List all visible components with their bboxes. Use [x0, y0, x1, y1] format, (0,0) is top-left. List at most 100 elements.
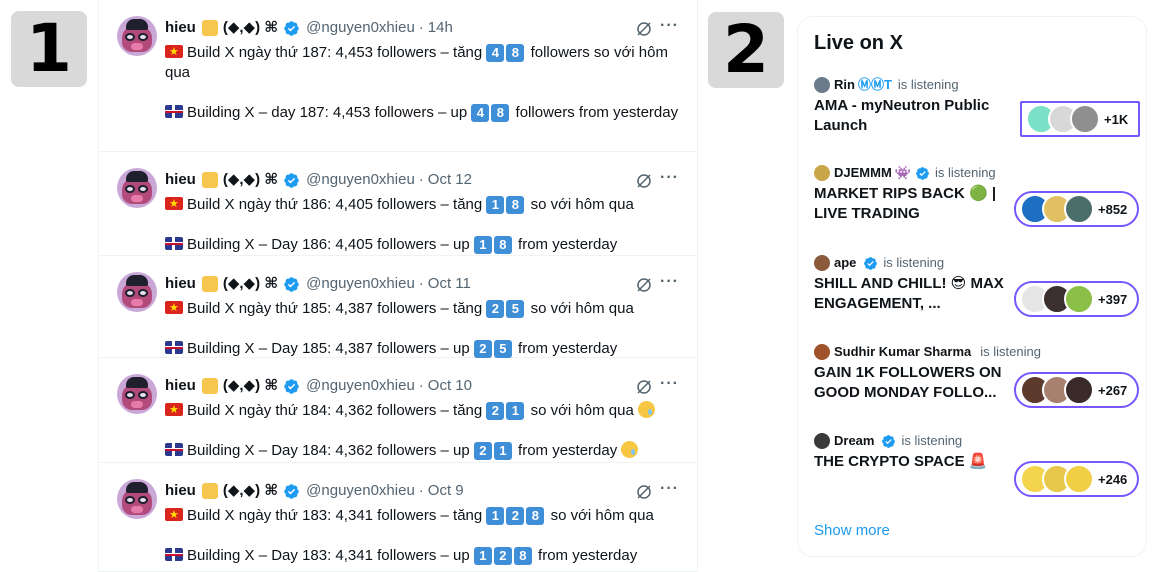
- keycap-digit: 8: [506, 44, 525, 62]
- listener-avatar: [1070, 104, 1100, 134]
- keycap-digit: 4: [486, 44, 505, 62]
- display-name[interactable]: hieu: [165, 274, 196, 294]
- tweet-time[interactable]: Oct 10: [428, 376, 472, 396]
- tweet[interactable]: hieu (◆,◆) ⌘ @nguyen0xhieu · Oct 10 ··· …: [98, 358, 698, 463]
- tweet-text-en: Building X – day 187: 4,453 followers – …: [165, 103, 685, 123]
- user-handle[interactable]: @nguyen0xhieu: [306, 18, 415, 38]
- tweet-text-vn-main: Build X ngày thứ 185: 4,387 followers – …: [187, 300, 483, 317]
- grok-icon[interactable]: [635, 20, 653, 38]
- user-handle[interactable]: @nguyen0xhieu: [306, 376, 415, 396]
- tweet-time[interactable]: Oct 11: [428, 274, 471, 294]
- yellow-square-emoji-icon: [201, 483, 218, 499]
- display-name[interactable]: hieu: [165, 481, 196, 501]
- tweet-header: hieu (◆,◆) ⌘ @nguyen0xhieu · Oct 11: [165, 274, 471, 294]
- host-avatar: [814, 344, 830, 360]
- avatar[interactable]: [117, 272, 157, 312]
- listener-avatar: [1064, 194, 1094, 224]
- yellow-square-emoji-icon: [201, 378, 218, 394]
- tweet[interactable]: hieu (◆,◆) ⌘ @nguyen0xhieu · Oct 12 ··· …: [98, 152, 698, 256]
- uk-flag-icon: [165, 548, 183, 561]
- display-name[interactable]: hieu: [165, 170, 196, 190]
- tweet-text-en-suffix: from yesterday: [518, 340, 618, 357]
- space-title[interactable]: GAIN 1K FOLLOWERS ON GOOD MONDAY FOLLO..…: [814, 363, 1004, 403]
- keycap-digit: 2: [473, 340, 492, 358]
- tweet-text-en: Building X – Day 184: 4,362 followers – …: [165, 441, 685, 461]
- avatar[interactable]: [117, 16, 157, 56]
- tweet-text-en-main: Building X – Day 184: 4,362 followers – …: [187, 442, 470, 459]
- space-title[interactable]: SHILL AND CHILL! 😎 MAX ENGAGEMENT, ...: [814, 274, 1004, 314]
- grok-icon[interactable]: [635, 172, 653, 190]
- avatar[interactable]: [117, 479, 157, 519]
- live-on-x-panel: Live on X Rin ⓂⓂT is listening AMA - myN…: [797, 16, 1147, 557]
- host-name[interactable]: Rin: [834, 77, 855, 93]
- separator-dot: ·: [418, 171, 424, 188]
- tweet[interactable]: hieu (◆,◆) ⌘ @nguyen0xhieu · Oct 9 ··· B…: [98, 463, 698, 572]
- host-name[interactable]: Dream: [834, 433, 874, 449]
- verified-badge-icon: [284, 276, 299, 292]
- host-name[interactable]: DJEMMM: [834, 165, 892, 181]
- vietnam-flag-icon: [165, 508, 183, 521]
- listeners-pill[interactable]: +397: [1014, 281, 1140, 317]
- tweet-text-en: Building X – Day 185: 4,387 followers – …: [165, 339, 685, 359]
- keycap-digit: 1: [473, 547, 492, 565]
- tweet-text-vn-suffix: so với hôm qua: [550, 507, 654, 524]
- tweet-time[interactable]: Oct 12: [428, 170, 472, 190]
- uk-flag-icon: [165, 105, 183, 118]
- more-options-icon[interactable]: ···: [660, 169, 679, 187]
- listeners-pill[interactable]: +246: [1014, 461, 1140, 497]
- listeners-pill[interactable]: +1K: [1020, 101, 1141, 137]
- display-name[interactable]: hieu: [165, 376, 196, 396]
- keycap-digit: 8: [491, 104, 510, 122]
- tweet-text-vn: Build X ngày thứ 183: 4,341 followers – …: [165, 506, 685, 526]
- user-handle[interactable]: @nguyen0xhieu: [306, 170, 415, 190]
- host-avatar: [814, 255, 830, 271]
- tweet-header: hieu (◆,◆) ⌘ @nguyen0xhieu · Oct 9: [165, 481, 464, 501]
- host-name-decoration: ⓂⓂT: [857, 77, 892, 92]
- listener-avatar: [1064, 464, 1094, 494]
- host-name[interactable]: ape: [834, 255, 856, 271]
- smiling-tear-emoji-icon: [637, 401, 655, 418]
- more-options-icon[interactable]: ···: [660, 480, 679, 498]
- show-more-link[interactable]: Show more: [814, 522, 890, 539]
- tweet-text-vn-main: Build X ngày thứ 184: 4,362 followers – …: [187, 402, 483, 419]
- tweet-time[interactable]: Oct 9: [428, 481, 464, 501]
- avatar[interactable]: [117, 168, 157, 208]
- panel-number-2: 2: [708, 12, 784, 88]
- listener-count: +267: [1098, 382, 1128, 398]
- keycap-digit: 1: [506, 402, 525, 420]
- tweet-text-vn: Build X ngày thứ 187: 4,453 followers – …: [165, 43, 685, 83]
- tweet-text-en-suffix: followers from yesterday: [515, 104, 679, 121]
- listeners-pill[interactable]: +852: [1014, 191, 1140, 227]
- space-title[interactable]: MARKET RIPS BACK 🟢 | LIVE TRADING: [814, 184, 1004, 224]
- host-name[interactable]: Sudhir Kumar Sharma: [834, 344, 971, 360]
- listeners-pill[interactable]: +267: [1014, 372, 1140, 408]
- is-listening-label: is listening: [901, 433, 963, 448]
- uk-flag-icon: [165, 237, 183, 250]
- tweet-text-vn-suffix: so với hôm qua: [530, 196, 634, 213]
- grok-icon[interactable]: [635, 483, 653, 501]
- tweet-text-vn-main: Build X ngày thứ 186: 4,405 followers – …: [187, 196, 483, 213]
- is-listening-label: is listening: [980, 344, 1041, 359]
- grok-icon[interactable]: [635, 276, 653, 294]
- avatar[interactable]: [117, 374, 157, 414]
- keycap-digit: 1: [473, 236, 492, 254]
- verified-badge-icon: [864, 256, 878, 270]
- more-options-icon[interactable]: ···: [660, 375, 679, 393]
- tweet-time[interactable]: 14h: [428, 18, 453, 38]
- space-title[interactable]: AMA - myNeutron Public Launch: [814, 96, 1004, 136]
- display-name[interactable]: hieu: [165, 18, 196, 38]
- tweet[interactable]: hieu (◆,◆) ⌘ @nguyen0xhieu · 14h ··· Bui…: [98, 0, 698, 152]
- more-options-icon[interactable]: ···: [660, 17, 679, 35]
- tweet-text-vn-suffix: so với hôm qua: [530, 300, 634, 317]
- space-title[interactable]: THE CRYPTO SPACE 🚨: [814, 452, 1004, 472]
- tweet-text-vn-main: Build X ngày thứ 187: 4,453 followers – …: [187, 44, 483, 61]
- grok-icon[interactable]: [635, 378, 653, 396]
- name-decoration: (◆,◆) ⌘: [222, 482, 279, 499]
- tweet[interactable]: hieu (◆,◆) ⌘ @nguyen0xhieu · Oct 11 ··· …: [98, 256, 698, 358]
- more-options-icon[interactable]: ···: [660, 273, 679, 291]
- live-panel-title: Live on X: [814, 32, 903, 54]
- user-handle[interactable]: @nguyen0xhieu: [306, 274, 415, 294]
- keycap-digit: 1: [493, 442, 512, 460]
- user-handle[interactable]: @nguyen0xhieu: [306, 481, 415, 501]
- tweet-header: hieu (◆,◆) ⌘ @nguyen0xhieu · Oct 12: [165, 170, 472, 190]
